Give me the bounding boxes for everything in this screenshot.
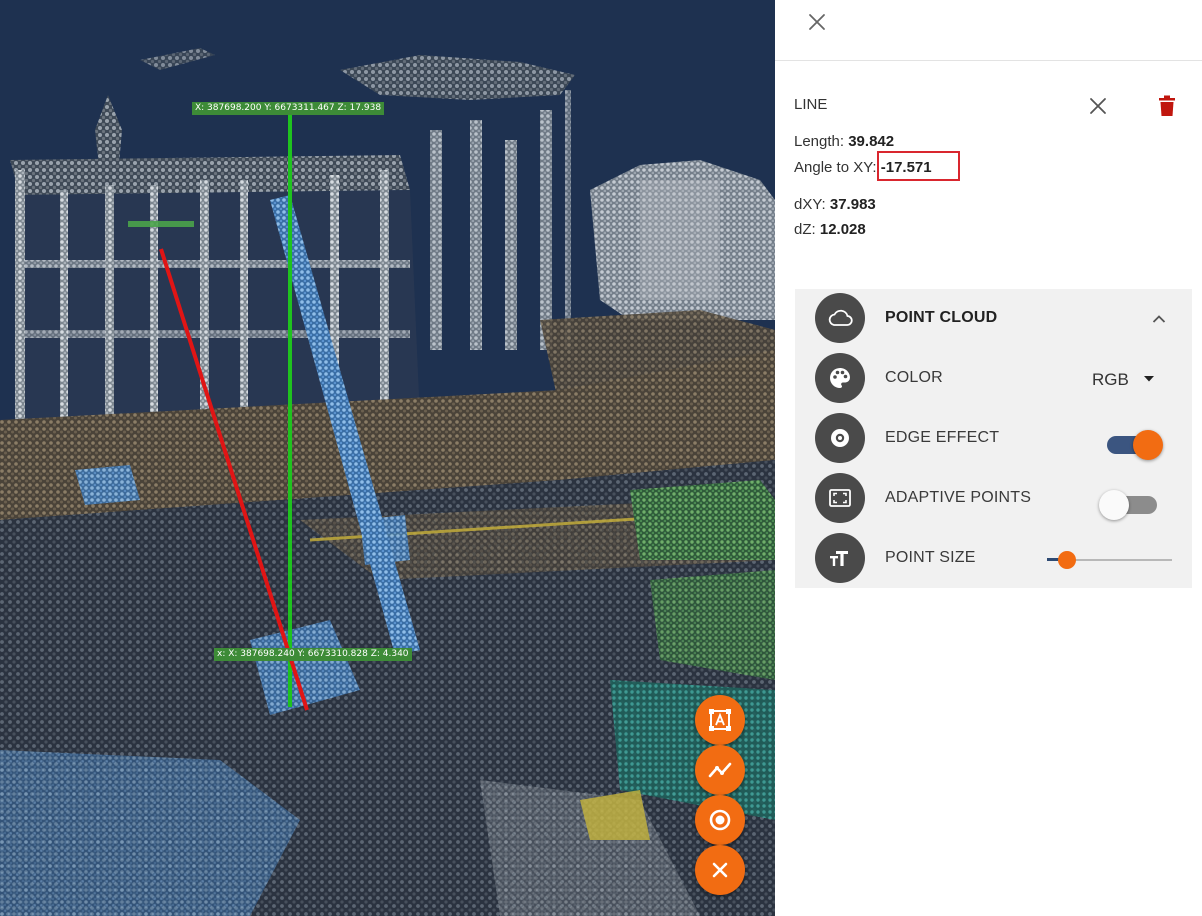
dz-label: dZ: (794, 221, 816, 238)
edge-effect-icon-badge (815, 413, 865, 463)
cloud-icon (828, 309, 853, 326)
panel-divider (775, 60, 1202, 61)
slider-thumb[interactable] (1058, 551, 1076, 569)
measure-line-button[interactable] (695, 745, 745, 795)
measurement-title: LINE (794, 96, 828, 113)
color-label: COLOR (885, 369, 943, 386)
dxy-value: 37.983 (829, 196, 876, 213)
adaptive-points-label: ADAPTIVE POINTS (885, 489, 1032, 506)
point-size-row: POINT SIZE (795, 529, 1192, 589)
annotation-tool-button[interactable] (695, 695, 745, 745)
point-cloud-header[interactable]: POINT CLOUD (795, 289, 1192, 349)
close-icon (1090, 98, 1106, 114)
toggle-knob (1133, 430, 1163, 460)
point-size-label: POINT SIZE (885, 549, 976, 566)
dxy-label: dXY: (794, 196, 826, 213)
length-value: 39.842 (848, 133, 895, 150)
close-icon (712, 862, 728, 878)
coordinate-label-top: X: 387698.200 Y: 6673311.467 Z: 17.938 (192, 102, 385, 115)
polyline-measure-icon (708, 762, 732, 778)
fit-screen-icon (829, 489, 851, 507)
point-cloud-settings: POINT CLOUD COLOR RGB EDGE EFFECT ADAPTI… (795, 289, 1192, 588)
edge-effect-toggle[interactable] (1105, 427, 1165, 460)
palette-icon-badge (815, 353, 865, 403)
coordinate-label-bottom: x: X: 387698.240 Y: 6673310.828 Z: 4.340 (214, 648, 412, 661)
point-cloud-scene (0, 0, 775, 916)
chevron-up-icon (1152, 315, 1166, 323)
trash-icon (1159, 95, 1175, 116)
close-tools-button[interactable] (695, 845, 745, 895)
point-size-icon-badge (815, 533, 865, 583)
adaptive-points-row: ADAPTIVE POINTS (795, 469, 1192, 529)
edge-effect-row: EDGE EFFECT (795, 409, 1192, 469)
dxy-row: dXY: 37.983 (794, 196, 876, 213)
caret-down-icon (1144, 376, 1154, 382)
point-cloud-viewport[interactable]: X: 387698.200 Y: 6673311.467 Z: 17.938 x… (0, 0, 775, 916)
point-cloud-title: POINT CLOUD (885, 309, 998, 326)
edge-effect-label: EDGE EFFECT (885, 429, 1000, 446)
text-size-icon (830, 551, 848, 566)
point-size-slider[interactable] (1047, 545, 1173, 575)
text-annotation-icon (709, 709, 731, 731)
length-label: Length: (794, 133, 845, 150)
palette-icon (830, 368, 851, 388)
measure-point-button[interactable] (695, 795, 745, 845)
angle-value-highlight (877, 151, 960, 181)
color-row: COLOR RGB (795, 349, 1192, 409)
panel-close-button[interactable] (805, 10, 829, 34)
measurement-close-button[interactable] (1086, 94, 1110, 118)
length-row: Length: 39.842 (794, 133, 894, 150)
close-icon (809, 14, 825, 30)
dz-value: 12.028 (819, 221, 866, 238)
color-select[interactable]: RGB (1085, 367, 1175, 393)
color-select-value: RGB (1092, 370, 1129, 389)
angle-label: Angle to XY: (794, 159, 877, 176)
collapse-button[interactable] (1147, 307, 1171, 331)
toggle-knob (1099, 490, 1129, 520)
cloud-icon-badge (815, 293, 865, 343)
measurement-delete-button[interactable] (1155, 94, 1179, 118)
point-target-icon (709, 809, 731, 831)
dz-row: dZ: 12.028 (794, 221, 866, 238)
adaptive-points-toggle[interactable] (1099, 487, 1165, 520)
edge-effect-icon (831, 429, 849, 447)
adaptive-icon-badge (815, 473, 865, 523)
